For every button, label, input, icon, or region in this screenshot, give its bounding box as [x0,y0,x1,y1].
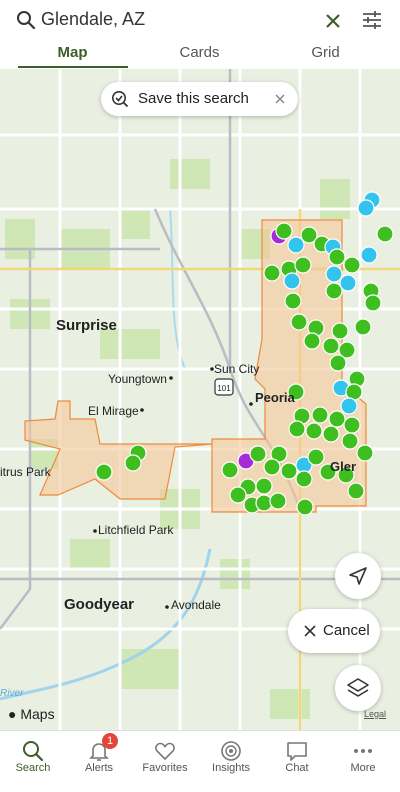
nav-insights-label: Insights [212,762,250,774]
location-arrow-icon [349,567,367,585]
place-label: itrus Park [0,465,51,479]
place-label: Goodyear [64,596,135,613]
nav-more-label: More [350,762,376,774]
save-search-label: Save this search [138,90,249,107]
apple-logo-icon: ● [8,706,17,722]
tab-map[interactable]: Map [6,44,139,61]
nav-search[interactable]: Search [0,731,66,792]
heart-icon [155,742,175,761]
svg-text:101: 101 [217,384,231,393]
close-icon[interactable] [322,10,344,32]
nav-alerts-label: Alerts [84,762,114,774]
save-search-button[interactable]: Save this search [101,82,298,116]
place-label: Sun City [214,362,260,376]
view-tabs: Map Cards Grid [0,40,400,69]
chat-icon [287,742,307,761]
dismiss-icon[interactable] [273,92,287,106]
place-label: Glendale [330,459,356,474]
river-label: River [0,688,24,699]
map-layers-button[interactable] [335,665,381,711]
search-check-icon [112,91,129,108]
maps-brand-label: Maps [20,706,55,722]
search-icon [23,741,44,762]
nav-favorites-label: Favorites [142,762,188,774]
bottom-nav: Search 1 Alerts Favorites Insights Chat [0,730,400,792]
layers-icon [347,678,369,697]
nav-insights[interactable]: Insights [198,731,264,792]
nav-search-label: Search [15,762,51,774]
current-location-button[interactable] [335,553,381,599]
place-label: Youngtown [108,372,167,386]
place-label: Peoria [255,390,295,405]
close-icon [304,625,316,637]
maps-brand: ● Maps [8,706,55,722]
place-label: Litchfield Park [98,523,174,537]
nav-alerts[interactable]: 1 Alerts [66,731,132,792]
cancel-label: Cancel [323,622,370,639]
insights-icon [221,741,241,761]
more-icon [354,749,372,753]
cancel-button[interactable]: Cancel [288,609,380,653]
legal-link[interactable]: Legal [364,709,386,719]
nav-chat[interactable]: Chat [264,731,330,792]
search-icon [17,11,36,30]
highway-shield: 101 [214,378,234,396]
tab-cards[interactable]: Cards [133,44,266,61]
active-tab-indicator [18,66,128,68]
search-input[interactable]: Glendale, AZ [41,9,145,30]
place-label: Avondale [171,598,221,612]
nav-more[interactable]: More [330,731,396,792]
filter-sliders-icon[interactable] [360,8,384,32]
tab-grid[interactable]: Grid [259,44,392,61]
place-label: Surprise [56,317,117,334]
nav-chat-label: Chat [285,762,309,774]
nav-favorites[interactable]: Favorites [132,731,198,792]
place-label: El Mirage [88,404,139,418]
search-bar[interactable]: Glendale, AZ [0,0,400,40]
alerts-badge: 1 [102,733,118,749]
